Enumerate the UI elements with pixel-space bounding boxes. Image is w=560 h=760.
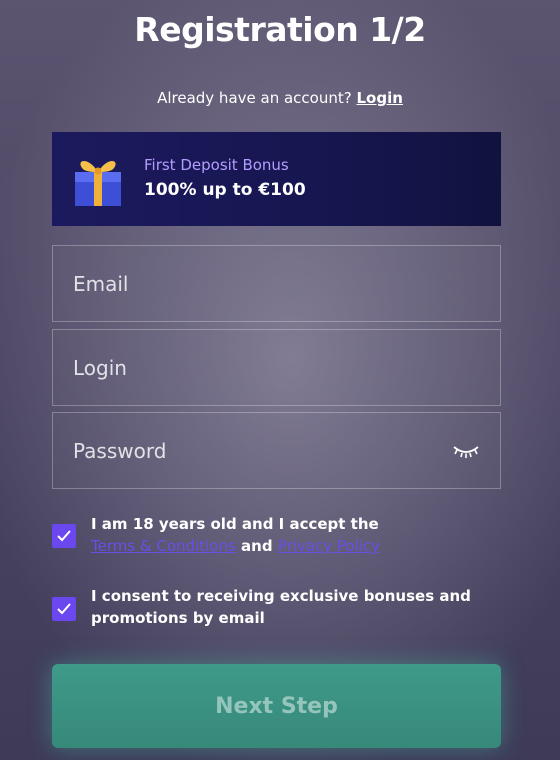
registration-form: Registration 1/2 Already have an account… xyxy=(0,0,560,760)
age-consent-prefix: I am 18 years old and I accept the xyxy=(91,515,379,533)
bonus-value: 100% up to €100 xyxy=(144,180,306,200)
page-title: Registration 1/2 xyxy=(134,10,426,49)
gift-icon xyxy=(75,161,121,206)
marketing-consent-row: I consent to receiving exclusive bonuses… xyxy=(52,585,501,633)
password-field-box xyxy=(52,412,501,489)
bonus-label: First Deposit Bonus xyxy=(144,156,289,174)
age-consent-text: I am 18 years old and I accept the Terms… xyxy=(91,513,491,557)
bonus-banner: First Deposit Bonus 100% up to €100 xyxy=(52,132,501,226)
login-link[interactable]: Login xyxy=(356,89,402,107)
password-field[interactable] xyxy=(53,413,500,488)
email-field[interactable] xyxy=(53,246,500,321)
age-consent-checkbox[interactable] xyxy=(52,524,76,548)
privacy-policy-link[interactable]: Privacy Policy xyxy=(278,537,380,555)
login-prompt: Already have an account? Login xyxy=(0,89,560,107)
checkmark-icon xyxy=(57,530,71,542)
marketing-consent-checkbox[interactable] xyxy=(52,597,76,621)
email-field-box xyxy=(52,245,501,322)
terms-link[interactable]: Terms & Conditions xyxy=(91,537,236,555)
age-consent-row: I am 18 years old and I accept the Terms… xyxy=(52,512,501,560)
checkmark-icon xyxy=(57,603,71,615)
next-step-button[interactable]: Next Step xyxy=(52,664,501,748)
login-field-box xyxy=(52,329,501,406)
age-consent-joiner: and xyxy=(241,537,273,555)
login-field[interactable] xyxy=(53,330,500,405)
marketing-consent-text: I consent to receiving exclusive bonuses… xyxy=(91,587,471,627)
eye-closed-icon[interactable] xyxy=(452,441,480,461)
login-prompt-text: Already have an account? xyxy=(157,89,352,107)
